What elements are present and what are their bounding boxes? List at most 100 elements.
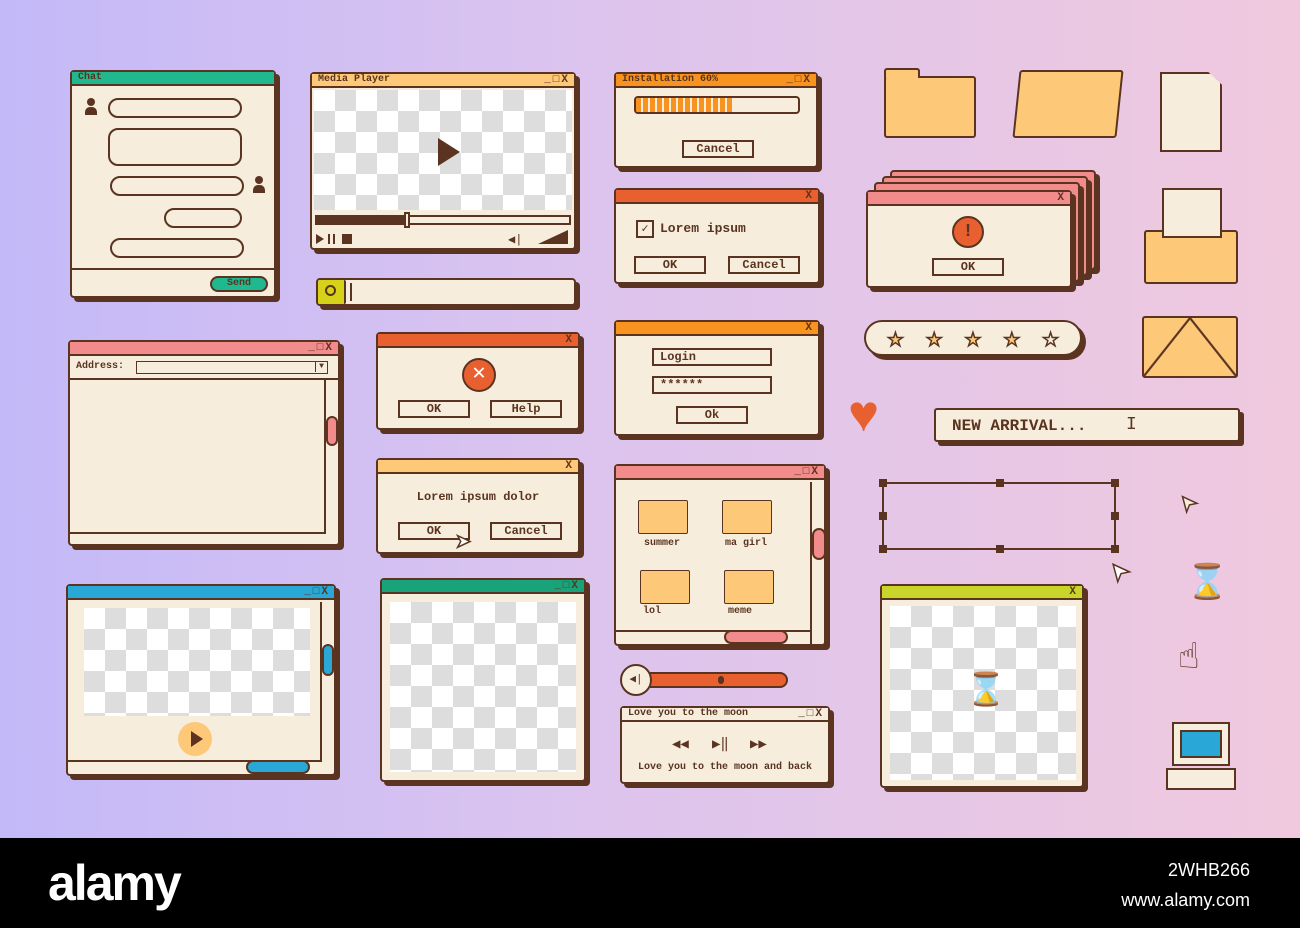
seek-handle[interactable]: [404, 212, 410, 228]
close-icon[interactable]: X: [1069, 586, 1078, 598]
send-button[interactable]: Send: [210, 276, 268, 292]
selection-box[interactable]: [879, 479, 1119, 553]
window-controls[interactable]: _□X: [544, 74, 570, 86]
horizontal-scrollbar-thumb[interactable]: [724, 630, 788, 644]
chat-message: [164, 208, 242, 228]
volume-slider[interactable]: [636, 672, 788, 688]
ok-button[interactable]: OK: [932, 258, 1004, 276]
close-icon[interactable]: X: [1057, 192, 1066, 204]
close-icon[interactable]: X: [565, 460, 574, 472]
scrollbar-thumb[interactable]: [322, 644, 334, 676]
cursor-arrow-icon: ➤: [455, 528, 472, 560]
chat-title: Chat: [78, 72, 103, 83]
window-controls[interactable]: _□X: [786, 74, 812, 86]
chat-message: [108, 128, 242, 166]
address-input[interactable]: ▼: [136, 361, 328, 374]
play-icon[interactable]: [438, 138, 460, 166]
dropdown-icon[interactable]: ▼: [315, 362, 327, 372]
folder-label[interactable]: lol: [622, 606, 682, 617]
hourglass-icon: ⌛: [966, 673, 1006, 710]
close-icon[interactable]: X: [805, 190, 814, 202]
track-name: Love you to the moon and back: [637, 762, 813, 773]
music-title: Love you to the moon: [628, 708, 749, 719]
vertical-scrollbar[interactable]: [810, 482, 824, 646]
help-button[interactable]: Help: [490, 400, 562, 418]
seek-bar[interactable]: [315, 215, 571, 225]
ok-button[interactable]: OK: [634, 256, 706, 274]
search-bar: [316, 278, 576, 306]
folder-icon[interactable]: [638, 500, 688, 534]
scrollbar-thumb[interactable]: [326, 416, 338, 446]
window-controls[interactable]: _□X: [798, 708, 824, 720]
folder-icon[interactable]: [724, 570, 774, 604]
user-icon: [252, 176, 266, 194]
file-icon[interactable]: [1160, 72, 1222, 152]
loading-window: X ⌛: [880, 584, 1084, 788]
star-filled-icon[interactable]: ★: [887, 323, 904, 355]
star-empty-icon[interactable]: ★: [1042, 323, 1059, 355]
hourglass-icon: ⌛: [1186, 566, 1229, 604]
media-player-title: Media Player: [318, 74, 391, 85]
close-icon[interactable]: X: [565, 334, 574, 346]
window-controls[interactable]: _□X: [554, 580, 580, 592]
play-pause-icon[interactable]: ▶‖: [712, 736, 729, 753]
video-window: _□X: [66, 584, 336, 776]
scrollbar-thumb[interactable]: [812, 528, 826, 560]
ok-button[interactable]: Ok: [676, 406, 748, 424]
pause-icon[interactable]: [328, 234, 335, 244]
ticker-text: NEW ARRIVAL...: [952, 417, 1087, 435]
folder-icon[interactable]: [884, 68, 976, 138]
cursor-arrow-icon: ➤: [1100, 547, 1144, 589]
checkbox[interactable]: ✓: [636, 220, 654, 238]
cancel-button[interactable]: Cancel: [682, 140, 754, 158]
play-button[interactable]: [178, 722, 212, 756]
dialog-message: Lorem ipsum dolor: [416, 490, 540, 504]
window-controls[interactable]: _□X: [304, 586, 330, 598]
fast-forward-icon[interactable]: ▶▶: [750, 736, 767, 753]
watermark-url: www.alamy.com: [1121, 890, 1250, 910]
folder-label[interactable]: ma girl: [716, 538, 776, 549]
star-rating[interactable]: ★ ★ ★ ★ ★: [864, 320, 1082, 356]
pixel-heart-icon: ♥: [848, 388, 880, 447]
search-input[interactable]: [350, 283, 570, 301]
star-filled-icon[interactable]: ★: [926, 323, 943, 355]
cancel-button[interactable]: Cancel: [728, 256, 800, 274]
vertical-scrollbar[interactable]: [324, 378, 338, 534]
open-folder-icon[interactable]: [1012, 70, 1124, 138]
video-area: [84, 608, 310, 716]
speaker-icon[interactable]: ◀|: [508, 232, 522, 247]
speaker-icon[interactable]: ◀|: [620, 664, 652, 696]
cursor-arrow-icon: ➤: [1171, 481, 1210, 518]
stop-icon[interactable]: [342, 234, 352, 244]
folder-icon[interactable]: [722, 500, 772, 534]
cancel-button[interactable]: Cancel: [490, 522, 562, 540]
login-field[interactable]: Login: [652, 348, 772, 366]
star-filled-icon[interactable]: ★: [1003, 323, 1020, 355]
vertical-scrollbar[interactable]: [320, 602, 334, 762]
media-player-title-bar: Media Player _□X: [312, 74, 574, 88]
password-field[interactable]: ******: [652, 376, 772, 394]
star-filled-icon[interactable]: ★: [964, 323, 981, 355]
envelope-icon[interactable]: [1142, 316, 1238, 378]
hand-pointer-icon: ☝: [1178, 638, 1200, 679]
search-icon[interactable]: [318, 280, 346, 304]
volume-thumb[interactable]: [718, 676, 724, 684]
volume-slider[interactable]: [538, 230, 568, 244]
watermark-bar: alamy 2WHB266 www.alamy.com: [0, 838, 1300, 928]
address-label: Address:: [76, 361, 125, 372]
close-icon[interactable]: X: [805, 322, 814, 334]
folder-label[interactable]: meme: [710, 606, 770, 617]
divider: [72, 268, 274, 270]
window-controls[interactable]: _□X: [794, 466, 820, 478]
user-icon: [84, 98, 98, 116]
open-envelope-icon[interactable]: [1144, 188, 1238, 284]
play-icon[interactable]: [316, 234, 324, 244]
image-id: 2WHB266: [1167, 860, 1250, 880]
rewind-icon[interactable]: ◀◀: [672, 736, 689, 753]
window-controls[interactable]: _□X: [308, 342, 334, 354]
folder-icon[interactable]: [640, 570, 690, 604]
installation-progress-bar: [634, 96, 800, 114]
folder-label[interactable]: summer: [632, 538, 692, 549]
horizontal-scrollbar-thumb[interactable]: [246, 760, 310, 774]
ok-button[interactable]: OK: [398, 400, 470, 418]
